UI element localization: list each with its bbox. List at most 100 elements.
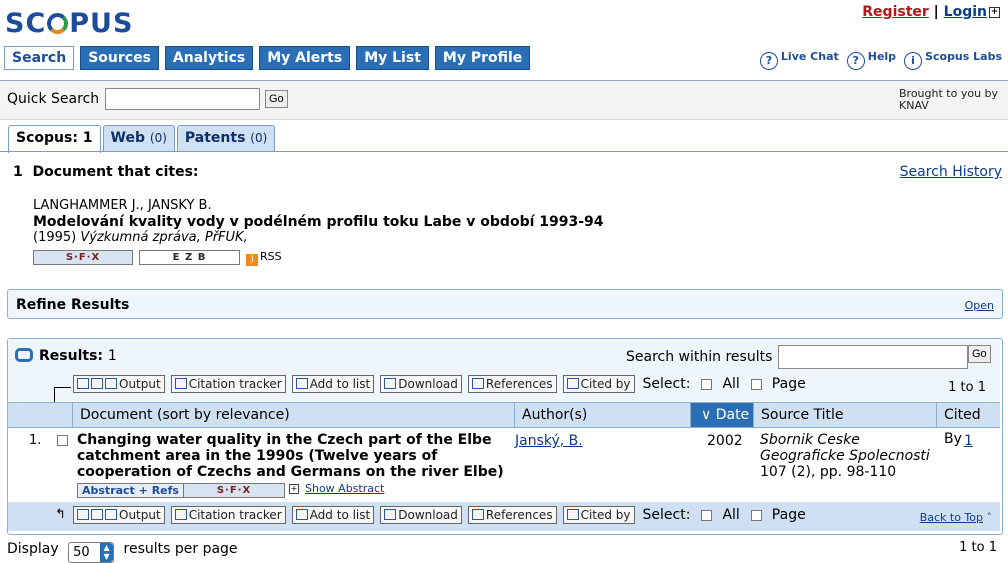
cited-year: (1995) bbox=[33, 230, 77, 245]
rss-button[interactable]: ) RSS bbox=[246, 250, 282, 266]
download-label: Download bbox=[398, 508, 458, 522]
references-button[interactable]: References bbox=[467, 375, 557, 393]
logo-o-icon bbox=[47, 13, 69, 34]
chart-icon bbox=[174, 509, 187, 520]
show-abstract-toggle[interactable]: + Show Abstract bbox=[289, 482, 384, 495]
select-label: Select: bbox=[642, 376, 691, 392]
add-to-list-button-bottom[interactable]: Add to list bbox=[291, 506, 375, 524]
add-to-list-button[interactable]: Add to list bbox=[291, 375, 375, 393]
download-icon bbox=[384, 509, 397, 520]
tab-patents[interactable]: Patents (0) bbox=[176, 125, 276, 151]
col-authors[interactable]: Author(s) bbox=[514, 403, 690, 427]
plus-icon[interactable]: + bbox=[989, 7, 1000, 18]
row-sfx-button[interactable]: S·F·X bbox=[183, 483, 285, 498]
tab-web-count: (0) bbox=[149, 131, 167, 145]
lightbulb-icon: i bbox=[904, 52, 923, 70]
cited-by-label: Cited by bbox=[580, 508, 631, 522]
nav-analytics[interactable]: Analytics bbox=[164, 46, 254, 70]
select-page-label: Page bbox=[771, 376, 806, 392]
login-link[interactable]: Login bbox=[944, 4, 987, 20]
row-checkbox[interactable] bbox=[57, 435, 68, 446]
search-within-go-button[interactable]: Go bbox=[968, 345, 991, 363]
col-cited-by[interactable]: Cited By bbox=[936, 403, 1000, 447]
ezb-button[interactable]: E Z B bbox=[139, 250, 240, 265]
account-links: Register | Login + bbox=[862, 4, 1000, 20]
chart-icon bbox=[174, 378, 187, 389]
tab-web-label: Web bbox=[110, 130, 146, 146]
row-title-link[interactable]: Changing water quality in the Czech part… bbox=[77, 432, 509, 480]
cited-by-button-bottom[interactable]: Cited by bbox=[562, 506, 635, 524]
back-to-top-link[interactable]: Back to Top bbox=[920, 511, 983, 524]
display-per-page: Display 50 ▲ ▼ results per page bbox=[7, 541, 238, 563]
citation-tracker-button[interactable]: Citation tracker bbox=[170, 375, 286, 393]
col-document[interactable]: Document (sort by relevance) bbox=[72, 403, 514, 427]
nav-search[interactable]: Search bbox=[4, 46, 75, 70]
quick-search-label: Quick Search bbox=[7, 91, 100, 107]
select-all-label: All bbox=[722, 376, 740, 392]
select-page-checkbox[interactable] bbox=[750, 378, 762, 390]
utility-links: ? Live Chat ? Help i Scopus Labs bbox=[759, 50, 1002, 70]
cited-authors: LANGHAMMER J., JANSKY B. bbox=[33, 198, 212, 213]
col-source-title[interactable]: Source Title bbox=[753, 403, 936, 427]
tab-scopus[interactable]: Scopus: 1 bbox=[8, 125, 101, 153]
quick-search-input[interactable] bbox=[105, 88, 260, 110]
show-abstract-link[interactable]: Show Abstract bbox=[305, 482, 384, 495]
quick-search-go-button[interactable]: Go bbox=[265, 90, 288, 108]
cited-by-button[interactable]: Cited by bbox=[562, 375, 635, 393]
rss-icon: ) bbox=[246, 254, 258, 266]
help-link[interactable]: ? Help bbox=[846, 50, 897, 70]
per-page-select[interactable]: 50 ▲ ▼ bbox=[68, 542, 115, 563]
row-source-detail: 107 (2), pp. 98-110 bbox=[760, 464, 897, 480]
sfx-button[interactable]: S·F·X bbox=[33, 250, 133, 265]
cited-by-icon bbox=[566, 509, 579, 520]
print-icon bbox=[91, 378, 103, 389]
download-button-bottom[interactable]: Download bbox=[380, 506, 462, 524]
tab-web[interactable]: Web (0) bbox=[102, 125, 175, 151]
links-separator: | bbox=[933, 4, 939, 20]
scopus-logo[interactable]: SC PUS bbox=[5, 8, 133, 40]
select-page-checkbox-bottom[interactable] bbox=[750, 509, 762, 521]
citation-tracker-label: Citation tracker bbox=[188, 377, 282, 391]
live-chat-link[interactable]: ? Live Chat bbox=[759, 50, 839, 70]
results-range-bottom: 1 to 1 bbox=[959, 540, 997, 555]
tab-patents-label: Patents bbox=[184, 130, 246, 146]
chat-icon: ? bbox=[759, 52, 778, 70]
nav-my-list[interactable]: My List bbox=[356, 46, 429, 70]
refine-title: Refine Results bbox=[16, 297, 130, 313]
row-cited-by-link[interactable]: 1 bbox=[964, 433, 973, 449]
select-all-label-bottom: All bbox=[722, 507, 740, 523]
references-button-bottom[interactable]: References bbox=[467, 506, 557, 524]
select-all-checkbox-bottom[interactable] bbox=[701, 509, 713, 521]
refine-results-panel: Refine Results Open bbox=[7, 289, 1003, 319]
output-button[interactable]: Output bbox=[73, 375, 165, 393]
search-history-link[interactable]: Search History bbox=[900, 164, 1002, 180]
nav-my-alerts[interactable]: My Alerts bbox=[259, 46, 351, 70]
col-date-label: Date bbox=[715, 407, 750, 423]
select-all-checkbox[interactable] bbox=[701, 378, 713, 390]
register-link[interactable]: Register bbox=[862, 4, 929, 20]
print-icon bbox=[91, 509, 103, 520]
nav-my-profile[interactable]: My Profile bbox=[434, 46, 531, 70]
scopus-labs-link[interactable]: i Scopus Labs bbox=[904, 50, 1002, 70]
select-page-label-bottom: Page bbox=[771, 507, 806, 523]
search-within-input[interactable] bbox=[778, 345, 968, 369]
col-date[interactable]: ∨ Date bbox=[690, 403, 753, 427]
cited-source-name: Výzkumná zpráva, PřFUK, bbox=[80, 230, 248, 245]
nav-sources[interactable]: Sources bbox=[80, 46, 159, 70]
back-to-top[interactable]: Back to Top ˄ bbox=[920, 511, 992, 524]
output-button-bottom[interactable]: Output bbox=[73, 506, 165, 524]
per-page-value: 50 bbox=[73, 545, 90, 560]
refine-open-link[interactable]: Open bbox=[965, 299, 994, 312]
display-label: Display bbox=[7, 541, 59, 557]
references-icon bbox=[471, 509, 484, 520]
help-label: Help bbox=[867, 50, 897, 63]
abstract-refs-button[interactable]: Abstract + Refs bbox=[77, 483, 184, 498]
refresh-icon bbox=[15, 348, 33, 362]
row-source-title: Sbornik Ceske Geograficke Spolecnosti bbox=[760, 432, 930, 464]
main-nav: Search Sources Analytics My Alerts My Li… bbox=[4, 46, 531, 70]
row-author-link[interactable]: Janský, B. bbox=[515, 433, 583, 449]
download-button[interactable]: Download bbox=[380, 375, 462, 393]
brought-line-2: KNAV bbox=[899, 99, 929, 112]
sort-desc-icon: ∨ bbox=[701, 407, 712, 423]
citation-tracker-button-bottom[interactable]: Citation tracker bbox=[170, 506, 286, 524]
